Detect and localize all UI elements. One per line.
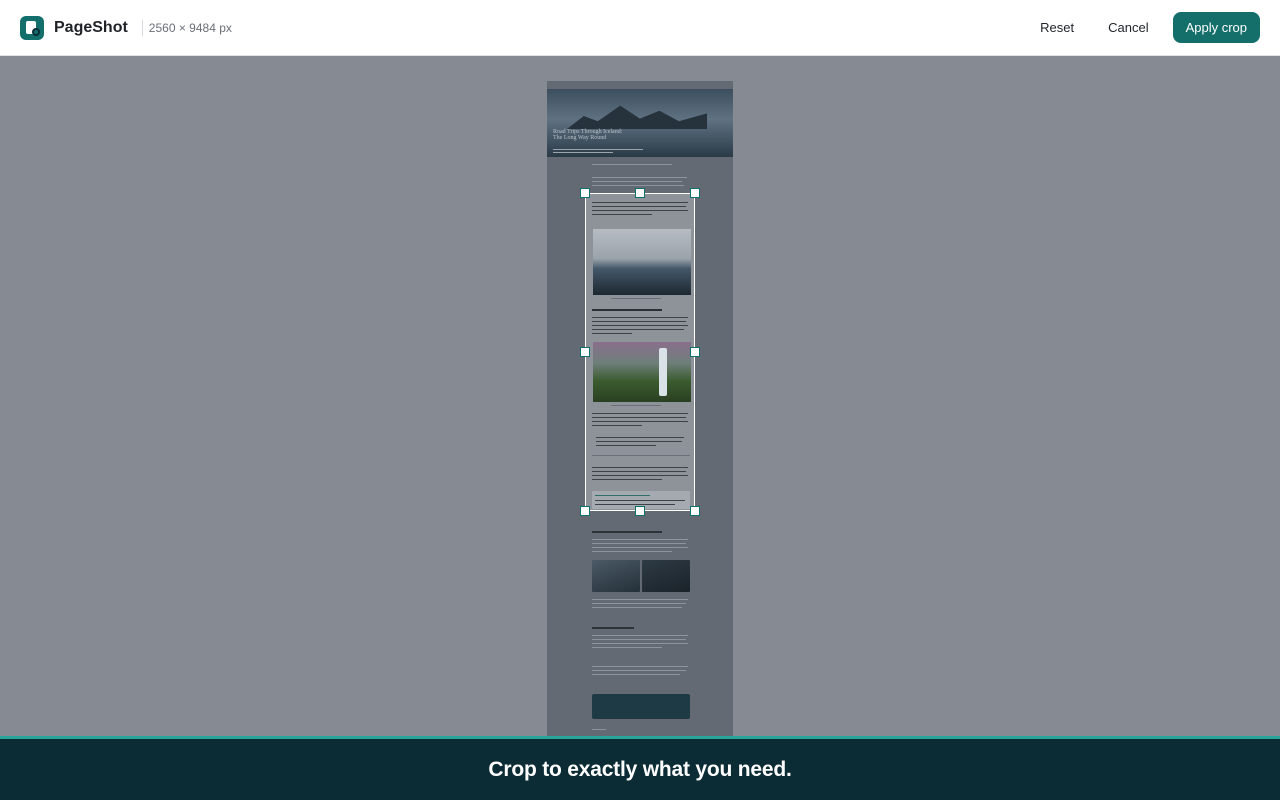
text-line [592, 543, 686, 544]
text-line [592, 674, 680, 675]
text-line [592, 425, 642, 426]
text-line [592, 329, 684, 330]
hero-subtitle-line [553, 152, 613, 153]
crop-handle-left[interactable] [580, 347, 590, 357]
text-line [592, 181, 682, 182]
section-heading [592, 531, 662, 533]
waterfall-image [593, 342, 691, 402]
crop-handle-top-left[interactable] [580, 188, 590, 198]
image-dimensions: 2560 × 9484 px [148, 20, 232, 35]
cancel-button[interactable]: Cancel [1096, 12, 1160, 43]
text-line [592, 607, 682, 608]
text-line [592, 177, 687, 178]
crop-handle-bottom-right[interactable] [690, 506, 700, 516]
text-line [592, 202, 688, 203]
text-line [592, 317, 688, 318]
crop-handle-bottom[interactable] [635, 506, 645, 516]
reset-button[interactable]: Reset [1028, 12, 1086, 43]
app-name: PageShot [54, 18, 128, 36]
text-line [592, 639, 686, 640]
text-line [592, 666, 688, 667]
image-caption [611, 405, 661, 406]
promo-banner: Crop to exactly what you need. [0, 736, 1280, 800]
section-heading [592, 309, 662, 311]
text-line [592, 325, 688, 326]
text-line [592, 206, 686, 207]
text-line [592, 547, 688, 548]
hero-image: Road Trips Through Iceland: The Long Way… [547, 89, 733, 157]
text-line [592, 471, 686, 472]
text-line [592, 214, 652, 215]
crop-selection[interactable] [585, 193, 695, 511]
banner-text: Crop to exactly what you need. [488, 757, 792, 781]
crop-handle-bottom-left[interactable] [580, 506, 590, 516]
image-caption [611, 298, 661, 299]
quote-line [596, 437, 684, 438]
text-line [592, 729, 606, 730]
text-line [592, 603, 686, 604]
section-heading [592, 627, 634, 629]
top-bar: PageShot 2560 × 9484 px Reset Cancel App… [0, 0, 1280, 56]
coastline-image [593, 229, 691, 295]
quote-line [596, 441, 682, 442]
text-line [592, 635, 688, 636]
gallery-image [642, 560, 690, 592]
text-line [592, 321, 686, 322]
text-line [592, 479, 662, 480]
text-line [592, 413, 688, 414]
text-line [592, 670, 686, 671]
byline [592, 164, 672, 165]
text-line [592, 551, 672, 552]
hero-subtitle-line [553, 149, 643, 150]
quote-line [596, 445, 656, 446]
text-line [592, 467, 688, 468]
mountain-silhouette [567, 105, 707, 129]
header-divider [141, 19, 143, 36]
text-line [592, 421, 688, 422]
crop-handle-top-right[interactable] [690, 188, 700, 198]
gallery-image [592, 560, 640, 592]
text-line [592, 210, 688, 211]
text-line [592, 333, 632, 334]
crop-workspace[interactable]: Road Trips Through Iceland: The Long Way… [0, 56, 1280, 736]
text-line [592, 539, 688, 540]
pageshot-logo-icon [20, 15, 44, 40]
text-line [592, 643, 688, 644]
divider-line [592, 455, 690, 456]
text-line [592, 475, 688, 476]
hero-title: Road Trips Through Iceland: The Long Way… [553, 129, 623, 141]
text-line [592, 185, 684, 186]
apply-crop-button[interactable]: Apply crop [1172, 12, 1260, 43]
crop-handle-right[interactable] [690, 347, 700, 357]
text-line [592, 417, 686, 418]
text-line [592, 599, 688, 600]
text-line [592, 647, 662, 648]
newsletter-box [592, 694, 690, 719]
crop-handle-top[interactable] [635, 188, 645, 198]
